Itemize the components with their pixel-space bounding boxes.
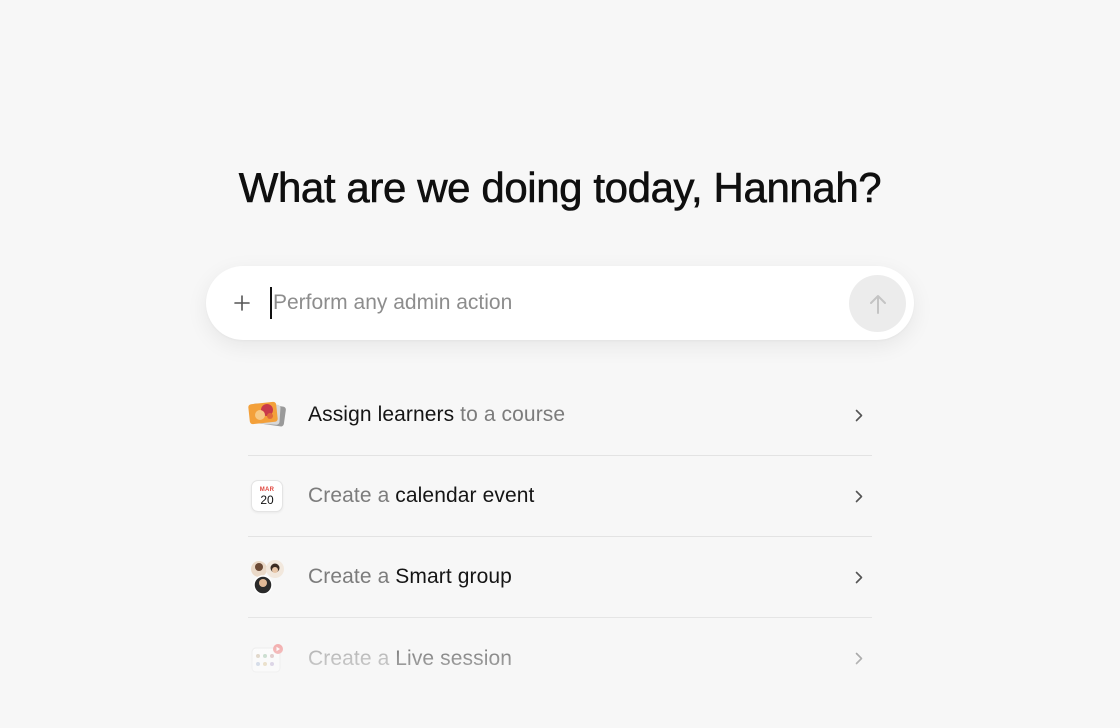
action-label: Create a Smart group: [308, 565, 512, 589]
chevron-right-icon: [852, 489, 866, 503]
course-thumbnail-icon: [248, 396, 286, 434]
add-attachment-button[interactable]: [222, 288, 262, 318]
action-label-secondary: Create a: [308, 646, 396, 670]
action-label-primary: Live session: [395, 646, 513, 670]
action-label: Create a Live session: [308, 647, 512, 671]
action-create-live-session[interactable]: Create a Live session: [248, 618, 872, 699]
action-label-primary: Assign learners: [308, 403, 455, 426]
action-create-smart-group[interactable]: Create a Smart group: [248, 537, 872, 618]
page-title: What are we doing today, Hannah?: [238, 164, 882, 212]
action-assign-learners[interactable]: Assign learners to a course: [248, 375, 872, 456]
action-label: Assign learners to a course: [308, 403, 565, 427]
chevron-right-icon: [852, 408, 866, 422]
send-button[interactable]: [849, 275, 906, 332]
action-label-secondary: Create a: [308, 484, 396, 507]
action-label-secondary: to a course: [454, 403, 566, 426]
live-session-icon: [248, 640, 286, 678]
calendar-month: MAR: [259, 486, 275, 493]
action-label-primary: Smart group: [395, 565, 512, 588]
action-label: Create a calendar event: [308, 484, 534, 508]
admin-action-input[interactable]: [273, 286, 833, 320]
calendar-day: 20: [260, 492, 274, 507]
text-cursor: [270, 287, 272, 319]
plus-icon: [234, 295, 250, 311]
suggested-actions-list: Assign learners to a course MAR 20 Creat…: [248, 375, 872, 699]
chevron-right-icon: [852, 652, 866, 666]
action-label-secondary: Create a: [308, 565, 396, 588]
chevron-right-icon: [852, 570, 866, 584]
action-create-calendar-event[interactable]: MAR 20 Create a calendar event: [248, 456, 872, 537]
arrow-up-icon: [869, 294, 886, 314]
admin-home: What are we doing today, Hannah? Perform…: [0, 0, 1120, 728]
calendar-icon: MAR 20: [248, 477, 286, 515]
people-group-icon: [248, 558, 286, 596]
action-label-primary: calendar event: [395, 484, 535, 507]
